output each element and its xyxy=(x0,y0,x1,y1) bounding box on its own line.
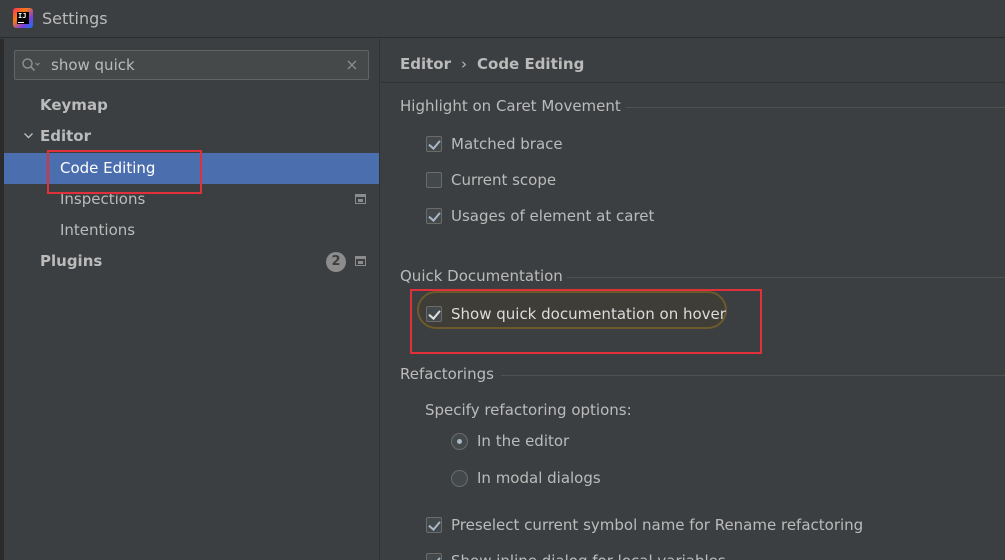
option-label: Specify refactoring options: xyxy=(425,401,632,419)
search-icon xyxy=(22,58,40,72)
radio-button[interactable] xyxy=(451,470,468,487)
search-box[interactable]: × xyxy=(14,50,369,80)
option-label: Current scope xyxy=(451,171,557,189)
search-input[interactable] xyxy=(51,55,331,75)
sidebar-item-editor[interactable]: Editor xyxy=(4,121,379,152)
breadcrumb-separator: › xyxy=(461,55,467,73)
section-divider xyxy=(501,375,1005,376)
option-label: In the editor xyxy=(477,432,570,450)
sidebar-item-plugins[interactable]: Plugins 2 xyxy=(4,246,379,277)
updates-count-badge: 2 xyxy=(326,252,346,272)
sidebar-item-label: Intentions xyxy=(60,221,136,239)
option-label: Preselect current symbol name for Rename… xyxy=(451,516,864,534)
sidebar-item-keymap[interactable]: Keymap xyxy=(4,90,379,121)
clear-icon[interactable]: × xyxy=(344,57,360,73)
section-divider xyxy=(626,107,1005,108)
checkbox-box[interactable] xyxy=(426,172,442,188)
option-label: In modal dialogs xyxy=(477,469,601,487)
window-title: Settings xyxy=(42,9,108,28)
title-bar: IJ Settings xyxy=(0,0,1005,38)
intellij-idea-icon: IJ xyxy=(13,8,33,28)
breadcrumb-parent[interactable]: Editor xyxy=(400,55,451,73)
highlight-annotation-box xyxy=(410,289,762,354)
section-divider xyxy=(567,277,1005,278)
sidebar-item-label: Keymap xyxy=(40,96,108,114)
sidebar-item-intentions[interactable]: Intentions xyxy=(4,215,379,246)
checkbox-box[interactable] xyxy=(426,517,442,533)
section-title-quick-documentation: Quick Documentation xyxy=(400,267,563,285)
breadcrumb-current: Code Editing xyxy=(477,55,585,73)
option-label: Matched brace xyxy=(451,135,563,153)
section-title-highlight: Highlight on Caret Movement xyxy=(400,97,621,115)
project-level-icon xyxy=(355,194,366,204)
sidebar-item-label: Editor xyxy=(40,127,91,145)
checkbox-box[interactable] xyxy=(426,208,442,224)
project-level-icon xyxy=(355,256,366,266)
checkbox-box[interactable] xyxy=(426,553,442,560)
checkbox-box[interactable] xyxy=(426,136,442,152)
option-label: Show inline dialog for local variables xyxy=(451,550,726,560)
option-label: Usages of element at caret xyxy=(451,207,655,225)
settings-sidebar: × Keymap Editor Code Editing Inspections… xyxy=(4,39,380,560)
radio-button[interactable] xyxy=(451,433,468,450)
breadcrumb: Editor › Code Editing xyxy=(400,55,584,73)
sidebar-item-label: Plugins xyxy=(40,252,103,270)
section-title-refactorings: Refactorings xyxy=(400,365,494,383)
highlight-annotation-box xyxy=(47,150,202,194)
header-divider xyxy=(381,82,1005,83)
